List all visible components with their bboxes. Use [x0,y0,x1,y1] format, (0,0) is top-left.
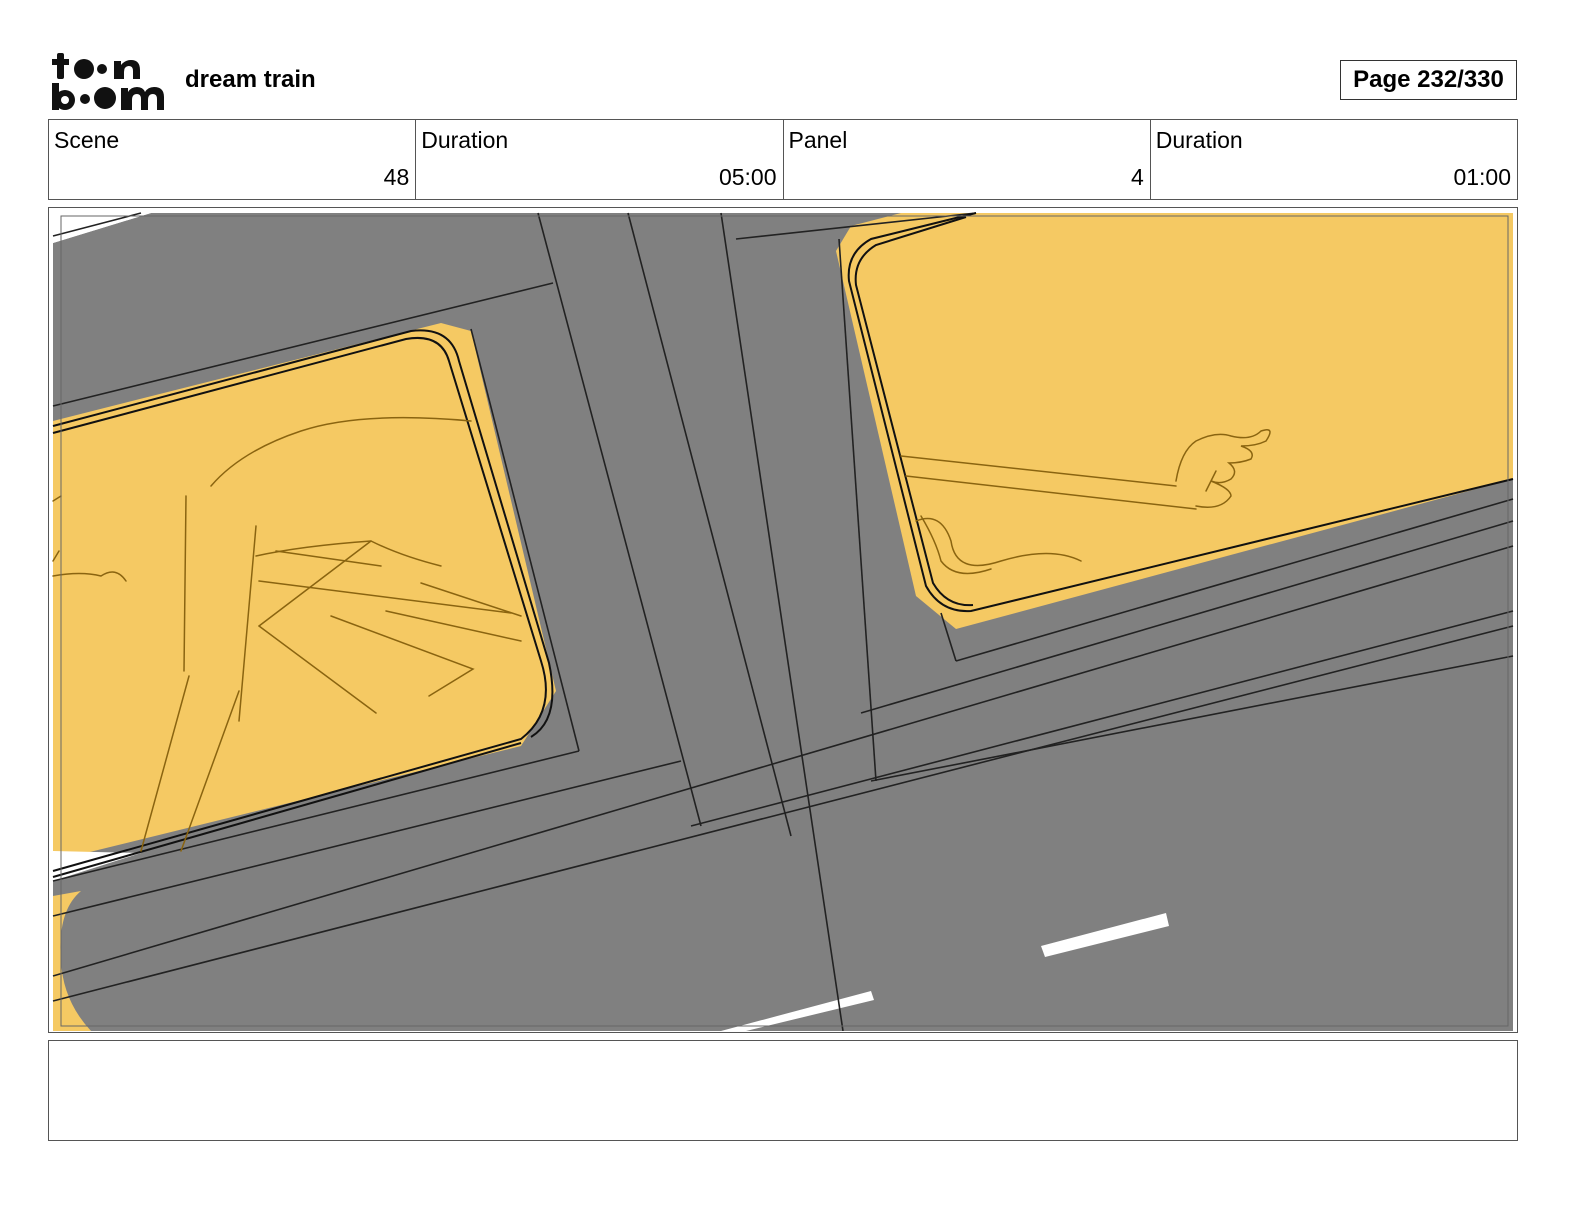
panel-value: 4 [1130,164,1144,190]
toonboom-logo [52,50,164,112]
panel-duration-label: Duration [1155,127,1243,153]
page-counter: Page 232/330 [1340,60,1517,100]
panel-cell: Panel 4 [784,120,1151,199]
panel-label: Panel [788,127,848,153]
scene-value: 48 [383,164,410,190]
panel-duration-value: 01:00 [1453,164,1511,190]
panel-duration-cell: Duration 01:00 [1151,120,1517,199]
panel-notes-box [48,1040,1518,1141]
scene-duration-cell: Duration 05:00 [416,120,784,199]
panel-info-table: Scene 48 Duration 05:00 Panel 4 Duration… [48,119,1518,200]
scene-duration-value: 05:00 [718,164,777,190]
project-title: dream train [185,66,316,93]
scene-label: Scene [54,127,120,153]
storyboard-panel-image [48,207,1518,1033]
scene-cell: Scene 48 [49,120,417,199]
scene-duration-label: Duration [421,127,509,153]
